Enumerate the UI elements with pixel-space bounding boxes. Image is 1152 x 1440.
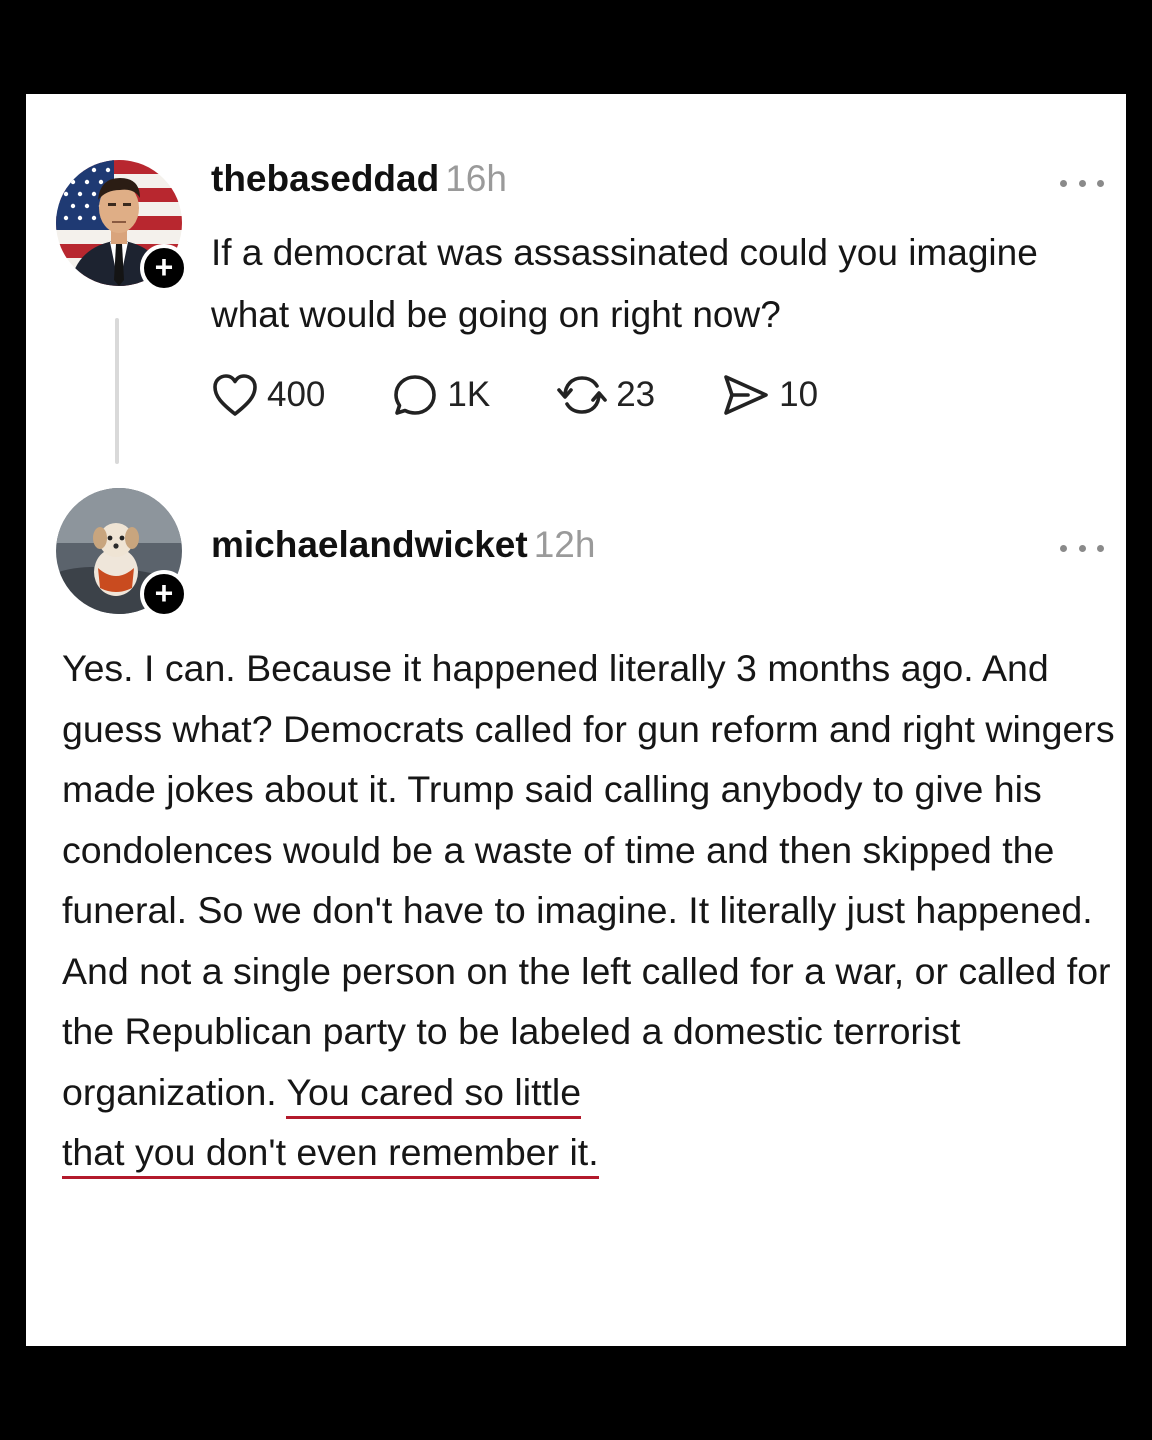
- like-button[interactable]: 400: [211, 372, 325, 418]
- post-text: If a democrat was assassinated could you…: [211, 232, 1038, 335]
- more-dot: [1060, 179, 1067, 187]
- reply-username[interactable]: michaelandwicket: [211, 524, 528, 565]
- comment-icon: [394, 375, 437, 415]
- like-count: 400: [267, 375, 326, 414]
- more-dot: [1060, 544, 1067, 552]
- more-options-button[interactable]: [1060, 538, 1104, 558]
- thread-connector-line: [115, 318, 119, 464]
- post-actions: 400 1K 23 10: [211, 370, 884, 420]
- heart-icon: [213, 374, 257, 416]
- thread-card: + thebaseddad 16h If a democrat was assas…: [26, 94, 1126, 1346]
- post-timestamp: 16h: [445, 158, 507, 199]
- more-dot: [1097, 544, 1104, 552]
- more-dot: [1097, 179, 1104, 187]
- reply-text-highlight: that you don't even remember it.: [62, 1131, 599, 1179]
- reply-text-highlight: You cared so little: [286, 1070, 582, 1119]
- repost-button[interactable]: 23: [556, 372, 655, 418]
- more-dot: [1078, 179, 1086, 187]
- follow-badge[interactable]: +: [140, 570, 188, 618]
- reply-text: Yes. I can. Because it happened literall…: [62, 638, 1122, 1183]
- share-count: 10: [779, 375, 819, 414]
- reply-button[interactable]: 1K: [391, 372, 490, 418]
- more-dot: [1078, 544, 1086, 552]
- follow-badge[interactable]: +: [140, 244, 188, 292]
- reply-timestamp: 12h: [533, 524, 596, 565]
- post-header: thebaseddad 16h: [211, 158, 507, 200]
- share-button[interactable]: 10: [721, 372, 818, 418]
- reply-count: 1K: [447, 375, 491, 414]
- repost-count: 23: [616, 375, 656, 414]
- send-icon: [724, 375, 768, 415]
- more-options-button[interactable]: [1060, 173, 1104, 193]
- reply-text-body: Yes. I can. Because it happened literall…: [62, 647, 1115, 1113]
- reply-header: michaelandwicket 12h: [211, 524, 595, 566]
- repost-icon: [557, 376, 608, 414]
- post-username[interactable]: thebaseddad: [211, 158, 439, 199]
